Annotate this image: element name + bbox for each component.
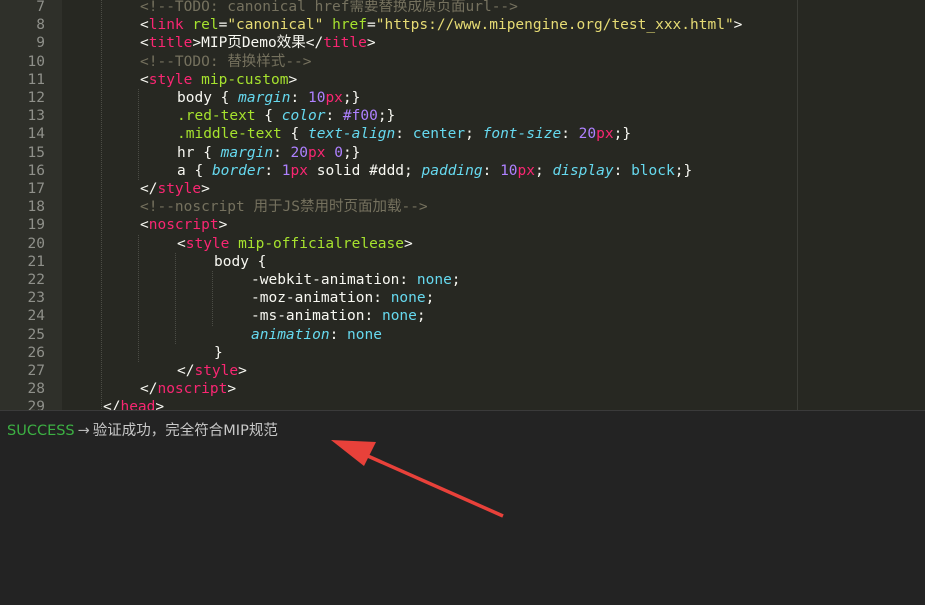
red-annotation-arrow-icon xyxy=(331,440,504,518)
arrow-head xyxy=(331,440,376,466)
arrow-shaft xyxy=(351,447,504,518)
